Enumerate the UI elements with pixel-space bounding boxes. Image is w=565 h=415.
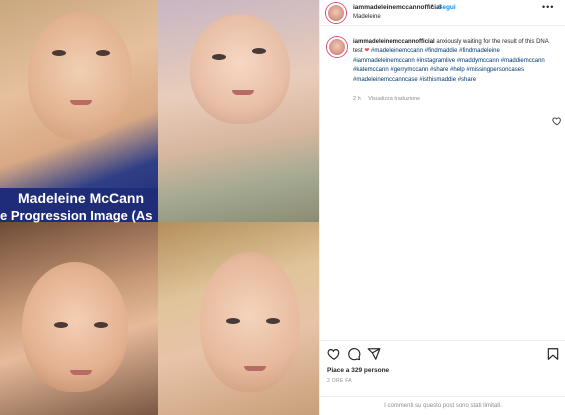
header-username[interactable]: iammadeleinemccannofficial <box>353 4 442 11</box>
post-date: 2 ORE FA <box>327 378 352 384</box>
child-face-1 <box>28 12 132 140</box>
red-heart-emoji-icon: ❤ <box>364 48 370 55</box>
action-bar <box>320 340 565 364</box>
eye <box>96 50 110 56</box>
post-age: 2 h <box>353 96 361 102</box>
child-face-4 <box>200 252 300 392</box>
image-caption-subtitle: e Progression Image (As <box>0 208 153 223</box>
mouth <box>70 370 92 375</box>
eye <box>212 54 226 60</box>
eye <box>252 48 266 54</box>
like-caption-heart-icon[interactable] <box>552 116 562 126</box>
mouth <box>244 366 266 371</box>
share-icon[interactable] <box>367 347 381 361</box>
post-image[interactable]: Madeleine McCann e Progression Image (As <box>0 0 319 415</box>
likes-count[interactable]: Piace a 329 persone <box>327 367 389 374</box>
post-panel: iammadeleinemccannofficial • Segui Madel… <box>319 0 565 415</box>
caption-meta: 2 h Visualizza traduzione <box>353 96 420 102</box>
comment-icon[interactable] <box>347 347 361 361</box>
caption-hashtags[interactable]: #madeleinemccann #findmaddie #findmadele… <box>353 48 545 82</box>
follow-button[interactable]: Segui <box>438 4 456 11</box>
avatar[interactable] <box>326 3 346 23</box>
separator-dot: • <box>431 3 434 10</box>
eye <box>94 322 108 328</box>
eye <box>266 318 280 324</box>
comments-limited-notice: I commenti su questo post sono stati lim… <box>320 396 565 415</box>
eye <box>52 50 66 56</box>
mouth <box>232 90 254 95</box>
more-options-icon[interactable]: ••• <box>542 2 554 12</box>
caption-avatar[interactable] <box>327 37 347 57</box>
bookmark-icon[interactable] <box>546 347 560 361</box>
image-caption-name: Madeleine McCann <box>18 190 145 206</box>
eye <box>226 318 240 324</box>
eye <box>54 322 68 328</box>
child-face-2 <box>190 14 290 124</box>
post-header: iammadeleinemccannofficial • Segui Madel… <box>320 0 565 26</box>
caption-username[interactable]: iammadeleinemccannofficial <box>353 39 435 45</box>
mouth <box>70 100 92 105</box>
post-caption: iammadeleinemccannofficial anxiously wai… <box>353 38 549 85</box>
location-link[interactable]: Madeleine <box>353 14 381 20</box>
see-translation-link[interactable]: Visualizza traduzione <box>368 96 420 102</box>
heart-icon[interactable] <box>327 347 341 361</box>
